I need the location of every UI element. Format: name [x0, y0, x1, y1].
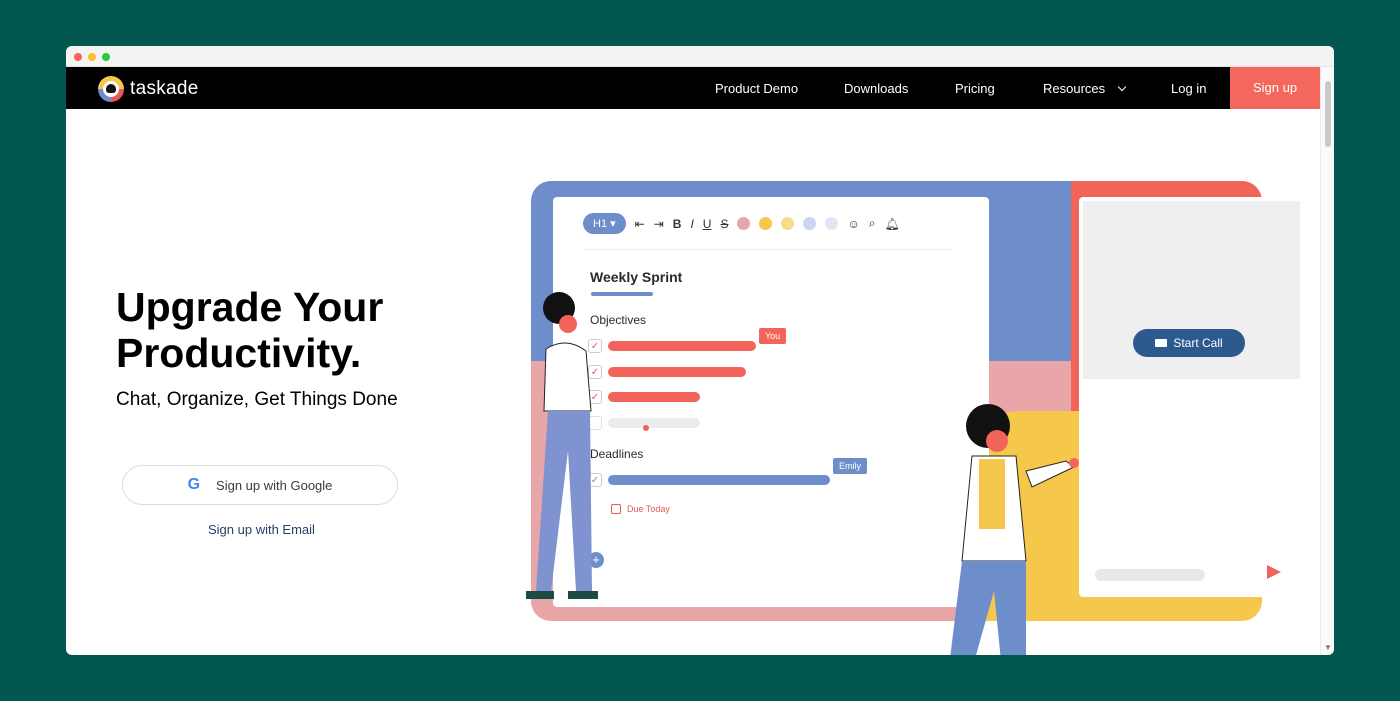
- window-titlebar: [66, 46, 1334, 67]
- google-icon: G: [187, 476, 201, 493]
- people-illustration: [526, 292, 1079, 655]
- minimize-window-button[interactable]: [88, 53, 96, 61]
- nav-downloads[interactable]: Downloads: [844, 81, 908, 96]
- nav-login[interactable]: Log in: [1171, 81, 1206, 96]
- taskade-logo[interactable]: taskade: [98, 76, 199, 102]
- vertical-scrollbar[interactable]: ▼: [1320, 67, 1334, 655]
- nav-product-demo[interactable]: Product Demo: [715, 81, 798, 96]
- hero-subhead: Chat, Organize, Get Things Done: [116, 389, 398, 410]
- brand-name: taskade: [130, 78, 199, 99]
- browser-window: taskade Product Demo Downloads Pricing R…: [66, 46, 1334, 655]
- email-signup-link[interactable]: Sign up with Email: [208, 522, 315, 537]
- close-window-button[interactable]: [74, 53, 82, 61]
- google-signup-button[interactable]: G Sign up with Google: [122, 465, 398, 505]
- scroll-down-icon[interactable]: ▼: [1324, 643, 1332, 652]
- nav-pricing[interactable]: Pricing: [955, 81, 995, 96]
- chevron-down-icon: [1117, 82, 1127, 92]
- person-left: [526, 292, 649, 599]
- nav-resources-label: Resources: [1043, 81, 1106, 96]
- top-navbar: taskade Product Demo Downloads Pricing R…: [66, 67, 1320, 109]
- scroll-thumb[interactable]: [1325, 81, 1331, 147]
- hero-headline: Upgrade Your Productivity.: [116, 284, 384, 376]
- maximize-window-button[interactable]: [102, 53, 110, 61]
- logo-icon: [98, 76, 124, 102]
- google-signup-label: Sign up with Google: [216, 477, 333, 493]
- nav-resources[interactable]: Resources: [1043, 81, 1127, 96]
- person-right: [950, 404, 1079, 655]
- signup-button[interactable]: Sign up: [1230, 67, 1320, 109]
- product-illustration: H1 ▾ ⇤ ⇥ B I U S ☺ ⌕ 🔔︎ Weekly Sprint Ob…: [456, 171, 1304, 655]
